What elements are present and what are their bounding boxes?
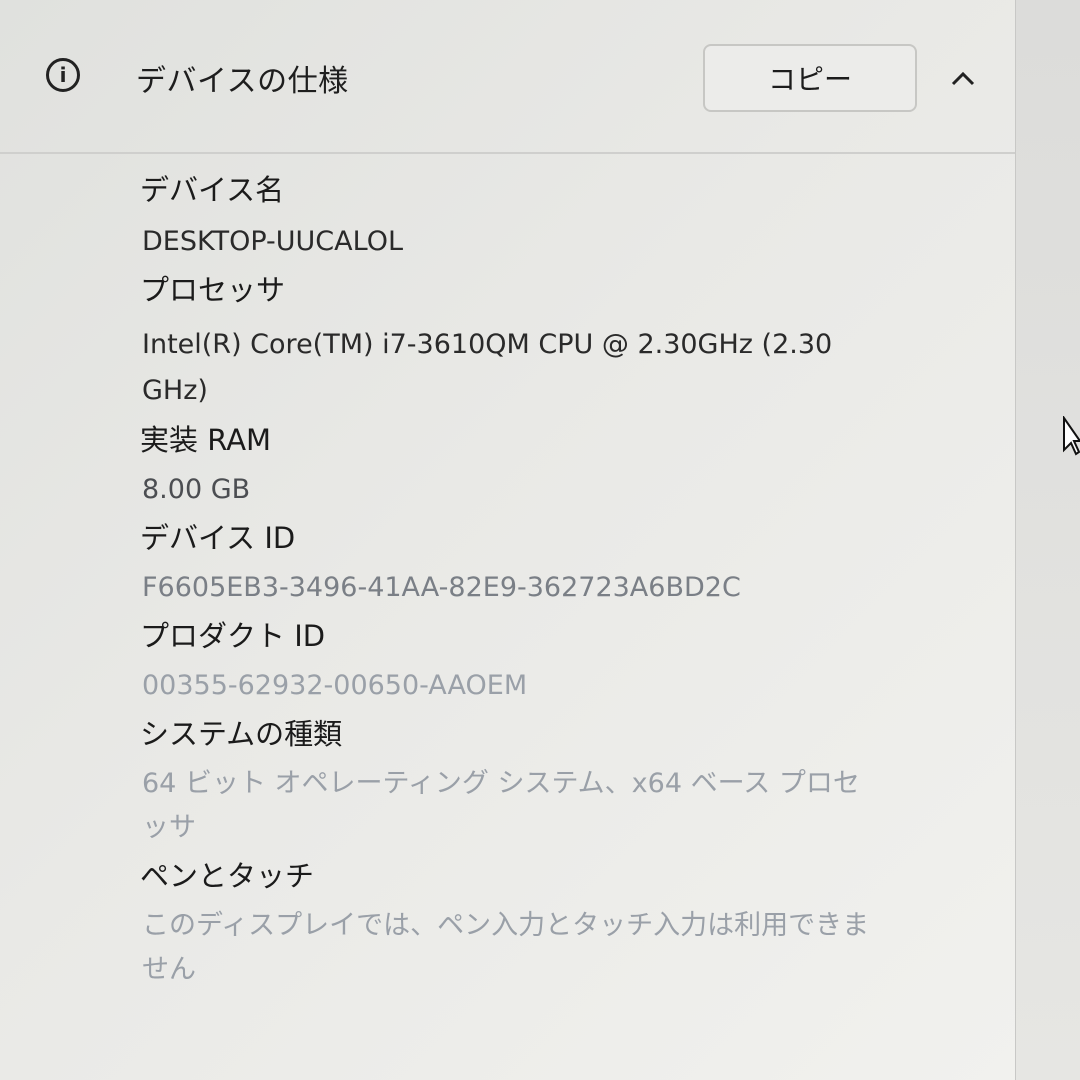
spec-value: DESKTOP-UUCALOL (142, 226, 403, 257)
spec-value: 64 ビット オペレーティング システム、x64 ベース プロセッサ (142, 768, 860, 843)
spec-product-id: プロダクト ID 00355-62932-00650-AAOEM (140, 618, 880, 708)
chevron-up-icon[interactable] (948, 66, 978, 90)
section-title: デバイスの仕様 (136, 64, 349, 99)
spec-label: システムの種類 (140, 717, 343, 751)
spec-device-id: デバイス ID F6605EB3-3496-41AA-82E9-362723A6… (140, 520, 880, 610)
spec-value: F6605EB3-3496-41AA-82E9-362723A6BD2C (142, 572, 741, 603)
spec-list: デバイス名 DESKTOP-UUCALOL プロセッサ Intel(R) Cor… (140, 172, 880, 1000)
spec-label: デバイス ID (140, 521, 296, 555)
spec-device-name: デバイス名 DESKTOP-UUCALOL (140, 172, 880, 264)
spec-label: プロダクト ID (140, 619, 326, 653)
spec-value: 8.00 GB (142, 474, 251, 505)
window-edge (1016, 0, 1080, 1080)
device-specs-panel: i デバイスの仕様 コピー デバイス名 DESKTOP-UUCALOL プロセッ… (0, 0, 1016, 1080)
spec-label: ペンとタッチ (140, 859, 315, 893)
mouse-cursor-icon (1063, 416, 1080, 456)
info-icon: i (46, 58, 80, 92)
spec-system-type: システムの種類 64 ビット オペレーティング システム、x64 ベース プロセ… (140, 716, 880, 850)
spec-value: このディスプレイでは、ペン入力とタッチ入力は利用できません (142, 910, 870, 985)
spec-processor: プロセッサ Intel(R) Core(TM) i7-3610QM CPU @ … (140, 272, 880, 414)
spec-pen-touch: ペンとタッチ このディスプレイでは、ペン入力とタッチ入力は利用できません (140, 858, 880, 992)
spec-label: デバイス名 (140, 173, 285, 207)
spec-ram: 実装 RAM 8.00 GB (140, 422, 880, 512)
device-specs-header[interactable]: i デバイスの仕様 コピー (0, 0, 1015, 154)
spec-value: Intel(R) Core(TM) i7-3610QM CPU @ 2.30GH… (142, 329, 833, 406)
copy-button[interactable]: コピー (703, 44, 917, 112)
spec-label: プロセッサ (140, 273, 286, 307)
spec-label: 実装 RAM (140, 423, 272, 457)
spec-value: 00355-62932-00650-AAOEM (142, 670, 528, 701)
